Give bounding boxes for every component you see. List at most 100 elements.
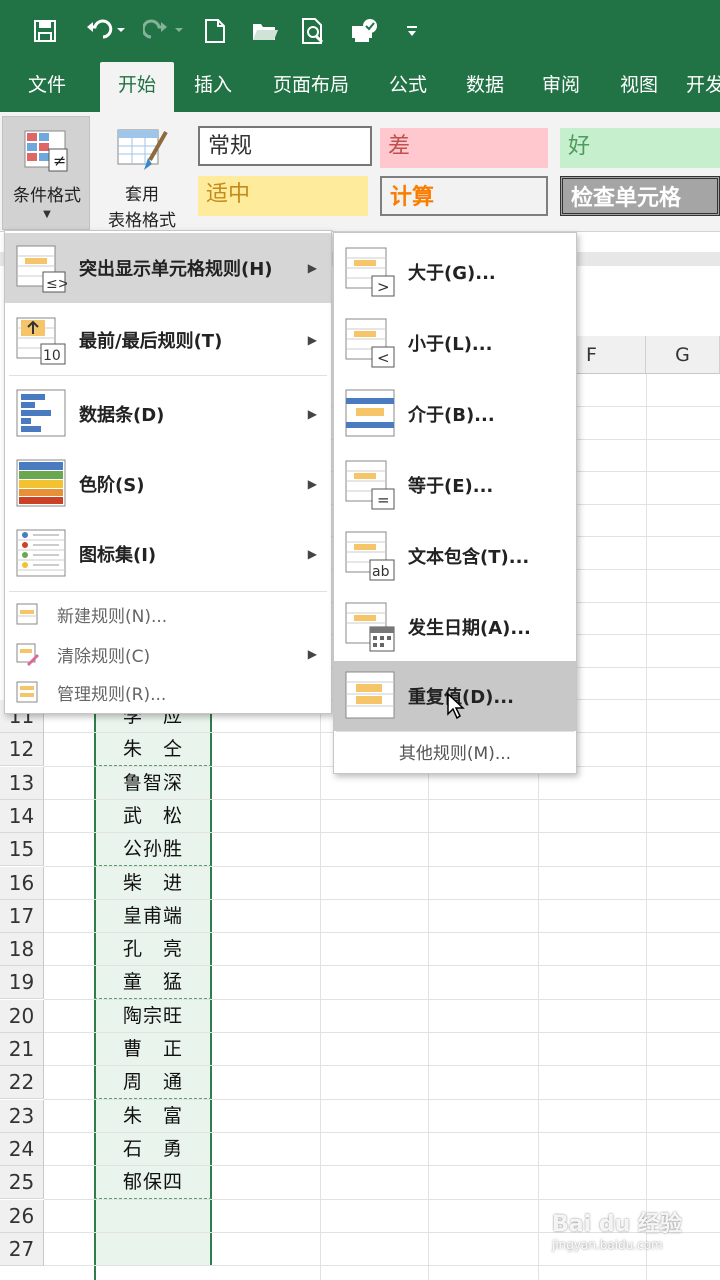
name-cell[interactable]: 柴 进 bbox=[94, 866, 212, 900]
name-cell[interactable]: 童 猛 bbox=[94, 966, 212, 1000]
tab-formulas[interactable]: 公式 bbox=[376, 62, 440, 112]
conditional-format-menu: ≤> 突出显示单元格规则(H) ▶ 10 最前/最后规则(T) ▶ 数据条(D)… bbox=[4, 230, 332, 714]
tab-file[interactable]: 文件 bbox=[12, 62, 82, 112]
style-calculation[interactable]: 计算 bbox=[380, 176, 548, 216]
style-bad[interactable]: 差 bbox=[380, 128, 548, 168]
name-cell[interactable]: 周 通 bbox=[94, 1066, 212, 1100]
menu-icon-sets[interactable]: 图标集(I) ▶ bbox=[5, 519, 331, 589]
submenu-date-occurring[interactable]: 发生日期(A)... bbox=[334, 592, 576, 662]
row-header[interactable]: 27 bbox=[0, 1232, 44, 1266]
submenu-greater-than[interactable]: > 大于(G)... bbox=[334, 237, 576, 307]
menu-top-bottom-rules[interactable]: 10 最前/最后规则(T) ▶ bbox=[5, 305, 331, 375]
menu-highlight-cell-rules[interactable]: ≤> 突出显示单元格规则(H) ▶ bbox=[5, 233, 331, 303]
menu-label: 管理规则(R)... bbox=[57, 684, 167, 705]
tab-data[interactable]: 数据 bbox=[452, 62, 518, 112]
name-cell[interactable]: 武 松 bbox=[94, 799, 212, 833]
row-header[interactable]: 14 bbox=[0, 799, 44, 833]
table-format-icon bbox=[117, 129, 168, 170]
print-preview-icon[interactable] bbox=[298, 14, 330, 48]
greater-than-icon: > bbox=[345, 247, 395, 297]
row-header[interactable]: 22 bbox=[0, 1066, 44, 1100]
save-icon[interactable] bbox=[28, 14, 62, 48]
row-header[interactable]: 21 bbox=[0, 1033, 44, 1066]
row-header[interactable]: 13 bbox=[0, 766, 44, 800]
submenu-less-than[interactable]: < 小于(L)... bbox=[334, 308, 576, 378]
redo-icon[interactable] bbox=[140, 14, 190, 48]
menu-label: 清除规则(C) bbox=[57, 646, 151, 667]
chevron-right-icon: ▶ bbox=[307, 547, 317, 561]
undo-icon[interactable] bbox=[80, 14, 130, 48]
new-rule-icon bbox=[16, 603, 38, 625]
row-header[interactable]: 24 bbox=[0, 1132, 44, 1166]
tab-view[interactable]: 视图 bbox=[606, 62, 672, 112]
menu-clear-rules[interactable]: 清除规则(C) ▶ bbox=[5, 635, 331, 673]
tab-home[interactable]: 开始 bbox=[100, 62, 174, 112]
name-cell[interactable]: 公孙胜 bbox=[94, 833, 212, 867]
row-header[interactable]: 15 bbox=[0, 833, 44, 867]
name-cell[interactable]: 曹 正 bbox=[94, 1033, 212, 1066]
name-cell[interactable] bbox=[94, 1199, 212, 1233]
column-header-g[interactable]: G bbox=[646, 336, 720, 374]
submenu-text-contains[interactable]: ab 文本包含(T)... bbox=[334, 521, 576, 591]
table-format-label-line1: 套用 bbox=[125, 185, 159, 205]
name-cell[interactable]: 朱 仝 bbox=[94, 733, 212, 767]
submenu-more-rules[interactable]: 其他规则(M)... bbox=[334, 731, 576, 777]
row-header[interactable]: 26 bbox=[0, 1199, 44, 1233]
watermark-title: Bai du 经验 bbox=[552, 1212, 682, 1237]
svg-text:>: > bbox=[377, 278, 390, 296]
menu-label: 突出显示单元格规则(H) bbox=[79, 259, 273, 280]
menu-color-scales[interactable]: 色阶(S) ▶ bbox=[5, 449, 331, 519]
submenu-label: 介于(B)... bbox=[408, 405, 495, 426]
name-cell[interactable]: 朱 富 bbox=[94, 1099, 212, 1133]
row-header[interactable]: 25 bbox=[0, 1166, 44, 1200]
row-header[interactable]: 17 bbox=[0, 899, 44, 933]
row-header[interactable]: 23 bbox=[0, 1099, 44, 1133]
tab-insert[interactable]: 插入 bbox=[180, 62, 246, 112]
submenu-label: 小于(L)... bbox=[408, 334, 493, 355]
baidu-watermark: Bai du 经验 jingyan.baidu.com bbox=[552, 1206, 712, 1268]
submenu-between[interactable]: 介于(B)... bbox=[334, 379, 576, 449]
name-cell[interactable]: 陶宗旺 bbox=[94, 999, 212, 1033]
spell-check-icon[interactable] bbox=[348, 14, 382, 48]
open-folder-icon[interactable] bbox=[248, 14, 282, 48]
svg-text:10: 10 bbox=[43, 348, 61, 364]
menu-manage-rules[interactable]: 管理规则(R)... bbox=[5, 673, 331, 711]
conditional-format-button[interactable]: ≠ 条件格式 ▼ bbox=[2, 116, 90, 230]
chevron-right-icon: ▶ bbox=[307, 647, 317, 661]
row-header[interactable]: 18 bbox=[0, 933, 44, 967]
chevron-right-icon: ▶ bbox=[307, 477, 317, 491]
style-good[interactable]: 好 bbox=[560, 128, 720, 168]
mouse-cursor-icon bbox=[447, 692, 465, 720]
chevron-down-icon: ▼ bbox=[43, 209, 51, 220]
format-as-table-button[interactable]: 套用 表格格式 bbox=[92, 116, 192, 231]
name-cell[interactable]: 石 勇 bbox=[94, 1132, 212, 1166]
submenu-equal-to[interactable]: = 等于(E)... bbox=[334, 450, 576, 520]
menu-data-bars[interactable]: 数据条(D) ▶ bbox=[5, 379, 331, 449]
style-normal[interactable]: 常规 bbox=[198, 126, 372, 166]
submenu-label: 大于(G)... bbox=[408, 263, 496, 284]
style-neutral[interactable]: 适中 bbox=[198, 176, 368, 216]
watermark-url: jingyan.baidu.com bbox=[552, 1238, 663, 1252]
new-file-icon[interactable] bbox=[200, 14, 230, 48]
style-check-cell[interactable]: 检查单元格 bbox=[560, 176, 720, 216]
tab-developer[interactable]: 开发 bbox=[686, 62, 720, 112]
name-cell[interactable]: 郁保四 bbox=[94, 1166, 212, 1200]
row-header[interactable]: 19 bbox=[0, 966, 44, 1000]
menu-new-rule[interactable]: 新建规则(N)... bbox=[5, 595, 331, 633]
quick-access-toolbar bbox=[0, 0, 720, 62]
name-cell[interactable]: 皇甫端 bbox=[94, 899, 212, 933]
tab-page-layout[interactable]: 页面布局 bbox=[260, 62, 362, 112]
customize-toolbar-icon[interactable] bbox=[402, 14, 422, 48]
top-bottom-rules-icon: 10 bbox=[16, 317, 66, 365]
conditional-format-label: 条件格式 bbox=[13, 186, 81, 206]
icon-sets-icon bbox=[16, 529, 66, 577]
menu-label: 图标集(I) bbox=[79, 545, 157, 566]
tab-review[interactable]: 审阅 bbox=[528, 62, 594, 112]
chevron-right-icon: ▶ bbox=[307, 407, 317, 421]
name-cell[interactable] bbox=[94, 1232, 212, 1266]
row-header[interactable]: 12 bbox=[0, 733, 44, 767]
row-header[interactable]: 20 bbox=[0, 999, 44, 1033]
name-cell[interactable]: 孔 亮 bbox=[94, 933, 212, 967]
name-cell[interactable]: 鲁智深 bbox=[94, 766, 212, 800]
row-header[interactable]: 16 bbox=[0, 866, 44, 900]
